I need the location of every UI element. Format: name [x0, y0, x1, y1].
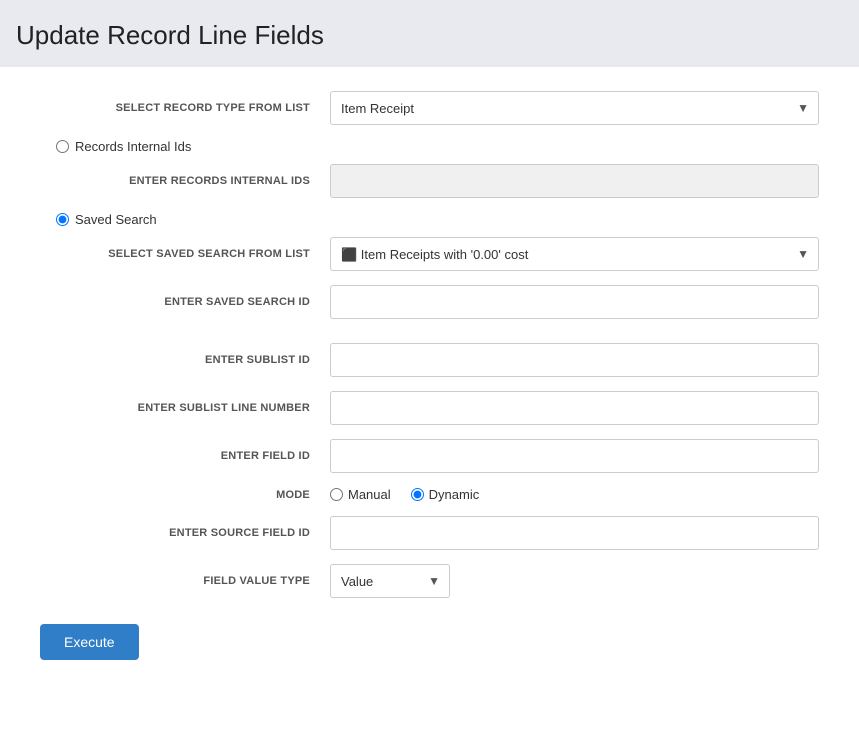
mode-manual-option: Manual: [330, 487, 391, 502]
select-saved-search-input[interactable]: ⬛ Item Receipts with '0.00' cost: [330, 237, 819, 271]
enter-sublist-id-row: ENTER SUBLIST ID item: [40, 343, 819, 377]
enter-records-internal-ids-input[interactable]: [330, 164, 819, 198]
enter-sublist-line-number-label: ENTER SUBLIST LINE NUMBER: [40, 402, 330, 414]
select-record-type-input[interactable]: Item Receipt Invoice Sales Order Purchas…: [330, 91, 819, 125]
mode-manual-label[interactable]: Manual: [348, 487, 391, 502]
execute-button[interactable]: Execute: [40, 624, 139, 660]
mode-dynamic-label[interactable]: Dynamic: [429, 487, 480, 502]
enter-records-internal-ids-label: ENTER RECORDS INTERNAL IDS: [40, 175, 330, 187]
execute-row: Execute: [40, 614, 819, 660]
saved-search-radio-row: Saved Search: [40, 212, 819, 227]
page-header: Update Record Line Fields: [0, 0, 859, 67]
enter-source-field-id-label: ENTER SOURCE FIELD ID: [40, 527, 330, 539]
field-value-type-label: FIELD VALUE TYPE: [40, 575, 330, 587]
enter-field-id-label: ENTER FIELD ID: [40, 450, 330, 462]
select-saved-search-wrapper: ⬛ Item Receipts with '0.00' cost ▼: [330, 237, 819, 271]
enter-field-id-input[interactable]: unitcostoverride: [330, 439, 819, 473]
mode-manual-radio[interactable]: [330, 488, 343, 501]
mode-row: MODE Manual Dynamic: [40, 487, 819, 502]
mode-options: Manual Dynamic: [330, 487, 479, 502]
enter-sublist-line-number-row: ENTER SUBLIST LINE NUMBER: [40, 391, 819, 425]
page-title: Update Record Line Fields: [16, 20, 843, 51]
enter-saved-search-id-input[interactable]: customsearch_item_receipts_zero_cost: [330, 285, 819, 319]
enter-sublist-id-input[interactable]: item: [330, 343, 819, 377]
records-internal-ids-label[interactable]: Records Internal Ids: [75, 139, 191, 154]
enter-source-field-id-row: ENTER SOURCE FIELD ID custcol_transfer_p…: [40, 516, 819, 550]
records-internal-ids-radio[interactable]: [56, 140, 69, 153]
saved-search-label[interactable]: Saved Search: [75, 212, 157, 227]
enter-records-internal-ids-row: ENTER RECORDS INTERNAL IDS: [40, 164, 819, 198]
mode-dynamic-option: Dynamic: [411, 487, 480, 502]
enter-field-id-row: ENTER FIELD ID unitcostoverride: [40, 439, 819, 473]
select-record-type-row: SELECT RECORD TYPE FROM LIST Item Receip…: [40, 91, 819, 125]
enter-sublist-id-label: ENTER SUBLIST ID: [40, 354, 330, 366]
select-record-type-wrapper: Item Receipt Invoice Sales Order Purchas…: [330, 91, 819, 125]
saved-search-radio[interactable]: [56, 213, 69, 226]
mode-dynamic-radio[interactable]: [411, 488, 424, 501]
field-value-type-wrapper: Value Text ▼: [330, 564, 450, 598]
mode-label: MODE: [40, 489, 330, 501]
enter-saved-search-id-row: ENTER SAVED SEARCH ID customsearch_item_…: [40, 285, 819, 319]
field-value-type-row: FIELD VALUE TYPE Value Text ▼: [40, 564, 819, 598]
enter-sublist-line-number-input[interactable]: [330, 391, 819, 425]
enter-saved-search-id-label: ENTER SAVED SEARCH ID: [40, 296, 330, 308]
records-internal-ids-radio-row: Records Internal Ids: [40, 139, 819, 154]
main-content: SELECT RECORD TYPE FROM LIST Item Receip…: [0, 67, 859, 737]
field-value-type-input[interactable]: Value Text: [330, 564, 450, 598]
enter-source-field-id-input[interactable]: custcol_transfer_price: [330, 516, 819, 550]
select-saved-search-row: SELECT SAVED SEARCH FROM LIST ⬛ Item Rec…: [40, 237, 819, 271]
select-saved-search-label: SELECT SAVED SEARCH FROM LIST: [40, 248, 330, 260]
select-record-type-label: SELECT RECORD TYPE FROM LIST: [40, 102, 330, 114]
